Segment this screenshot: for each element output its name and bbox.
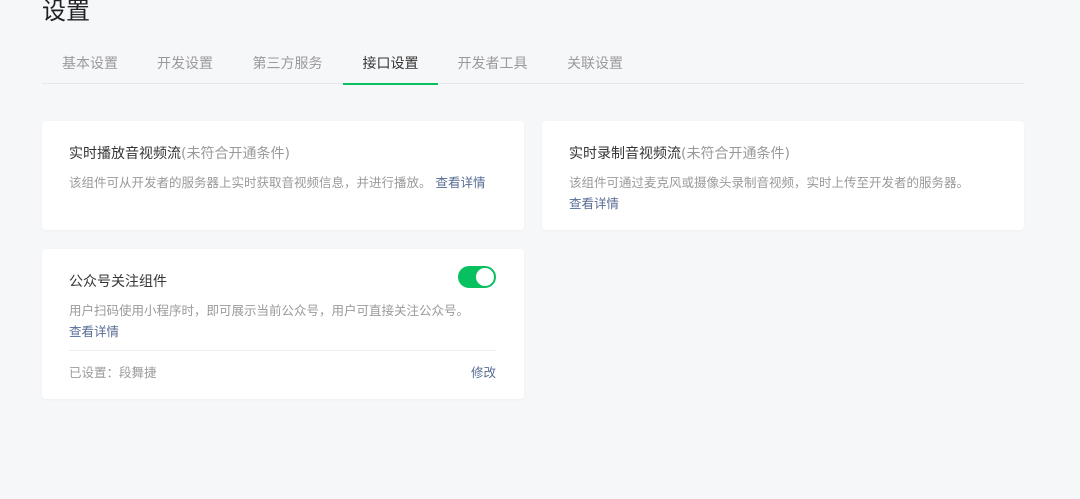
- official-account-details-link[interactable]: 查看详情: [69, 324, 119, 339]
- official-account-description-block: 用户扫码使用小程序时，即可展示当前公众号，用户可直接关注公众号。 查看详情: [69, 300, 499, 342]
- official-account-card: 公众号关注组件 用户扫码使用小程序时，即可展示当前公众号，用户可直接关注公众号。…: [42, 249, 524, 399]
- status-label: 已设置：: [69, 365, 120, 380]
- tab-basic-settings[interactable]: 基本设置: [60, 46, 120, 84]
- live-record-title: 实时录制音视频流: [569, 146, 681, 162]
- edit-button[interactable]: 修改: [471, 362, 496, 381]
- page-title: 设置: [42, 0, 90, 25]
- live-play-title-line: 实时播放音视频流(未符合开通条件): [69, 143, 290, 163]
- live-play-title: 实时播放音视频流: [69, 146, 181, 162]
- live-play-description-block: 该组件可从开发者的服务器上实时获取音视频信息，并进行播放。 查看详情: [69, 172, 499, 193]
- live-record-details-link[interactable]: 查看详情: [569, 196, 619, 211]
- live-play-condition: (未符合开通条件): [181, 146, 290, 162]
- official-account-toggle[interactable]: [458, 266, 496, 288]
- live-record-card: 实时录制音视频流(未符合开通条件) 该组件可通过麦克风或摄像头录制音视频，实时上…: [542, 121, 1024, 230]
- official-account-status: 已设置：段舞捷: [69, 362, 157, 381]
- live-record-description-block: 该组件可通过麦克风或摄像头录制音视频，实时上传至开发者的服务器。 查看详情: [569, 172, 999, 214]
- tab-developer-tools[interactable]: 开发者工具: [455, 46, 530, 84]
- live-record-condition: (未符合开通条件): [681, 146, 790, 162]
- live-record-title-line: 实时录制音视频流(未符合开通条件): [569, 143, 790, 163]
- toggle-knob: [476, 268, 494, 286]
- live-record-description: 该组件可通过麦克风或摄像头录制音视频，实时上传至开发者的服务器。: [569, 175, 970, 190]
- tab-link-settings[interactable]: 关联设置: [565, 46, 625, 84]
- official-account-title: 公众号关注组件: [69, 274, 167, 290]
- tab-dev-settings[interactable]: 开发设置: [155, 46, 215, 84]
- settings-tabs: 基本设置 开发设置 第三方服务 接口设置 开发者工具 关联设置: [42, 46, 1024, 85]
- settings-page: 设置 基本设置 开发设置 第三方服务 接口设置 开发者工具 关联设置 实时播放音…: [0, 0, 1080, 499]
- live-play-details-link[interactable]: 查看详情: [436, 175, 486, 190]
- tab-interface-settings[interactable]: 接口设置: [343, 46, 438, 85]
- official-account-description: 用户扫码使用小程序时，即可展示当前公众号，用户可直接关注公众号。: [69, 303, 470, 318]
- tab-third-party-services[interactable]: 第三方服务: [250, 46, 325, 84]
- status-value: 段舞捷: [119, 365, 157, 380]
- live-play-description: 该组件可从开发者的服务器上实时获取音视频信息，并进行播放。: [69, 175, 432, 190]
- live-play-card: 实时播放音视频流(未符合开通条件) 该组件可从开发者的服务器上实时获取音视频信息…: [42, 121, 524, 230]
- card-divider: [69, 350, 496, 351]
